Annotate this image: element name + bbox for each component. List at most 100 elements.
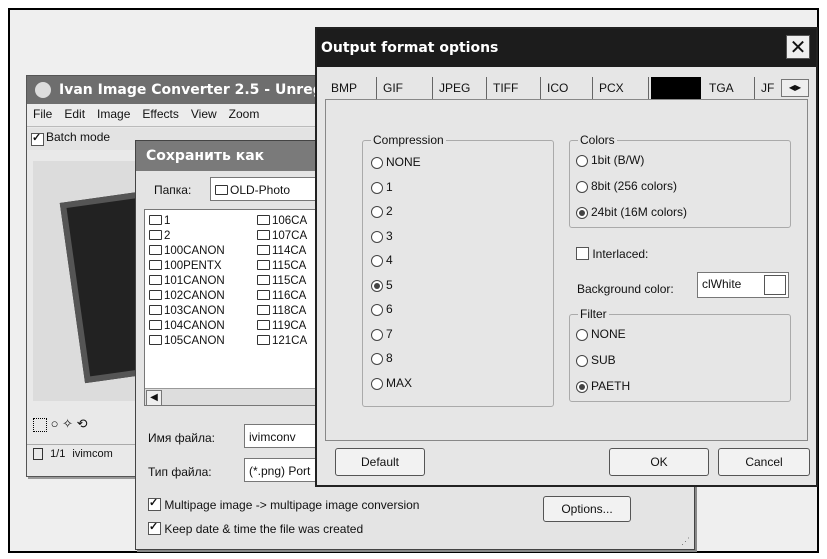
rect-select-icon[interactable] (33, 417, 47, 432)
file-list-column-1: 1 2 100CANON 100PENTX 101CANON 102CANON … (149, 214, 225, 349)
folder-icon (257, 245, 270, 255)
tab-jpeg[interactable]: JPEG (433, 77, 487, 99)
app-logo-icon (35, 82, 51, 98)
multipage-checkbox[interactable] (148, 496, 161, 512)
folder-combobox[interactable]: OLD-Photo (210, 177, 320, 201)
filter-option-selected[interactable]: PAETH (576, 379, 630, 393)
list-item[interactable]: 103CANON (149, 304, 225, 319)
cancel-button[interactable]: Cancel (718, 448, 810, 476)
app-title: Ivan Image Converter 2.5 - Unregis (59, 82, 336, 98)
interlaced-option[interactable]: Interlaced: (576, 246, 648, 261)
list-item[interactable]: 119CA (257, 319, 307, 334)
filter-option[interactable]: SUB (576, 353, 616, 367)
app-title-bar[interactable]: Ivan Image Converter 2.5 - Unregis (27, 76, 337, 104)
list-item[interactable]: 101CANON (149, 274, 225, 289)
menu-image[interactable]: Image (91, 104, 136, 124)
list-item[interactable]: 100PENTX (149, 259, 225, 274)
scroll-right-icon[interactable]: ▶ (795, 83, 801, 92)
default-button[interactable]: Default (335, 448, 425, 476)
list-item[interactable]: 118CA (257, 304, 307, 319)
tab-tga[interactable]: TGA (703, 77, 755, 99)
tab-ico[interactable]: ICO (541, 77, 593, 99)
compression-option[interactable]: 3 (371, 229, 393, 243)
tab-jp[interactable]: JF (755, 77, 781, 99)
folder-icon (149, 260, 162, 270)
list-item[interactable]: 102CANON (149, 289, 225, 304)
options-button[interactable]: Options... (543, 496, 631, 522)
list-item[interactable]: 115CA (257, 274, 307, 289)
file-list[interactable]: 1 2 100CANON 100PENTX 101CANON 102CANON … (144, 209, 316, 406)
background-color-select[interactable]: clWhite (697, 272, 789, 298)
colors-label: Colors (578, 133, 617, 147)
list-item[interactable]: 107CA (257, 229, 307, 244)
status-bar: 1/1 ivimcom (27, 444, 137, 463)
interlaced-label: Interlaced: (592, 246, 649, 261)
tab-gif[interactable]: GIF (377, 77, 433, 99)
keepdate-checkbox[interactable] (148, 520, 161, 536)
close-icon[interactable]: ✕ (786, 35, 810, 59)
list-item[interactable]: 105CANON (149, 334, 225, 349)
menu-edit[interactable]: Edit (58, 104, 91, 124)
list-item[interactable]: 2 (149, 229, 225, 244)
color-swatch[interactable] (764, 275, 786, 295)
folder-icon (149, 275, 162, 285)
folder-icon (149, 290, 162, 300)
output-options-title-bar[interactable]: Output format options (317, 29, 816, 67)
status-page: 1/1 (50, 448, 66, 460)
menu-view[interactable]: View (185, 104, 223, 124)
scroll-left-icon[interactable]: ◀ (146, 390, 162, 405)
compression-option[interactable]: 2 (371, 204, 393, 218)
tab-scroll-arrows[interactable]: ◀▶ (781, 79, 809, 97)
compression-label: Compression (371, 133, 446, 147)
folder-icon (149, 335, 162, 345)
compression-option[interactable]: MAX (371, 376, 412, 390)
resize-grip-icon[interactable]: ⋰ (681, 536, 690, 547)
interlaced-checkbox[interactable] (576, 247, 589, 261)
polygon-select-icon[interactable]: ✧ (62, 416, 73, 431)
folder-icon (149, 245, 162, 255)
compression-option[interactable]: 7 (371, 327, 393, 341)
list-item[interactable]: 106CA (257, 214, 307, 229)
tab-pcx[interactable]: PCX (593, 77, 649, 99)
folder-icon (257, 275, 270, 285)
compression-option-selected[interactable]: 5 (371, 278, 393, 292)
lasso-icon[interactable]: ⟲ (77, 416, 88, 431)
compression-option[interactable]: 4 (371, 253, 393, 267)
ellipse-select-icon[interactable]: ○ (51, 416, 59, 431)
filter-option[interactable]: NONE (576, 327, 626, 341)
batch-mode-checkbox[interactable] (31, 131, 44, 146)
list-item[interactable]: 100CANON (149, 244, 225, 259)
horizontal-scrollbar[interactable]: ◀ (145, 388, 315, 405)
tab-tiff[interactable]: TIFF (487, 77, 541, 99)
filetype-select[interactable]: (*.png) Port (244, 458, 316, 482)
list-item[interactable]: 116CA (257, 289, 307, 304)
compression-option[interactable]: NONE (371, 155, 421, 169)
file-list-column-2: 106CA 107CA 114CA 115CA 115CA 116CA 118C… (257, 214, 307, 349)
background-color-label: Background color: (577, 282, 674, 296)
keepdate-label: Keep date & time the file was created (164, 521, 364, 536)
filename-input[interactable]: ivimconv (244, 424, 316, 448)
tab-bmp[interactable]: BMP (325, 77, 377, 99)
multipage-label: Multipage image -> multipage image conve… (164, 497, 420, 512)
document-icon (33, 448, 43, 461)
compression-option[interactable]: 1 (371, 180, 393, 194)
colors-option-selected[interactable]: 24bit (16M colors) (576, 205, 687, 219)
list-item[interactable]: 114CA (257, 244, 307, 259)
colors-option[interactable]: 1bit (B/W) (576, 153, 644, 167)
compression-option[interactable]: 8 (371, 351, 393, 365)
compression-group: Compression NONE 1 2 3 4 5 6 7 8 MAX (362, 133, 554, 407)
colors-group: Colors 1bit (B/W) 8bit (256 colors) 24bi… (569, 133, 791, 228)
list-item[interactable]: 115CA (257, 259, 307, 274)
menu-zoom[interactable]: Zoom (223, 104, 266, 124)
compression-option[interactable]: 6 (371, 302, 393, 316)
filename-label: Имя файла: (148, 431, 215, 445)
menu-effects[interactable]: Effects (136, 104, 184, 124)
tab-png-selected[interactable] (651, 77, 701, 99)
list-item[interactable]: 121CA (257, 334, 307, 349)
ok-button[interactable]: OK (609, 448, 709, 476)
menu-file[interactable]: File (27, 104, 58, 124)
keepdate-option: Keep date & time the file was created (148, 520, 364, 536)
colors-option[interactable]: 8bit (256 colors) (576, 179, 677, 193)
list-item[interactable]: 104CANON (149, 319, 225, 334)
list-item[interactable]: 1 (149, 214, 225, 229)
